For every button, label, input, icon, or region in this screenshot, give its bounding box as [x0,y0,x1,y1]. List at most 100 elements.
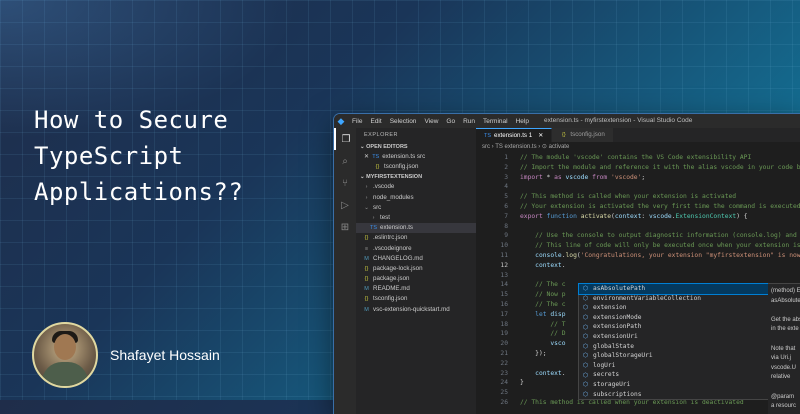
editor-area: TS extension.ts 1 ✕ {} tsconfig.json src › T… [476,128,800,414]
line-number: 13 [500,271,508,279]
project-section[interactable]: ⌄ MYFIRSTEXTENSION [356,172,476,182]
detail-line: a resourc [771,403,797,410]
markdown-file-icon: M [364,306,369,313]
suggestion-label: globalStorageUri [593,352,653,360]
menu-item-run[interactable]: Run [459,118,479,125]
avatar [32,322,98,388]
suggestion-item[interactable]: ⬡ logUri [579,361,769,371]
suggestion-item[interactable]: ⬡ extensionMode [579,313,769,323]
file-tree-item[interactable]: M CHANGELOG.md [356,254,476,264]
suggestion-item[interactable]: ⬡ globalState [579,342,769,352]
suggestion-item[interactable]: ⬡ environmentVariableCollection [579,294,769,304]
suggestion-item[interactable]: ⬡ globalStorageUri [579,351,769,361]
editor-tab[interactable]: {} tsconfig.json [552,128,614,142]
editor-tabs: TS extension.ts 1 ✕ {} tsconfig.json [476,128,800,142]
code-text: context. [535,369,566,377]
typescript-file-icon: TS [484,132,492,139]
suggestion-item[interactable]: ⬡ secrets [579,370,769,380]
line-number: 9 [504,232,508,240]
menu-item-view[interactable]: View [420,118,442,125]
breadcrumb[interactable]: src › TS extension.ts › ⊙ activate [476,142,800,153]
title-line: How to Secure [34,106,229,134]
close-icon[interactable]: ✕ [364,152,369,162]
file-tree-label: package-lock.json [373,264,423,272]
line-number: 14 [500,281,508,289]
suggestion-label: storageUri [593,380,631,388]
menu-item-terminal[interactable]: Terminal [479,118,512,125]
line-number: 20 [500,340,508,348]
file-tree-label: extension.ts [380,224,414,232]
file-tree-item[interactable]: › node_modules [356,193,476,203]
menu-item-selection[interactable]: Selection [386,118,421,125]
suggestion-label: extensionMode [593,313,642,321]
file-icon: ≡ [364,245,369,252]
open-editor-item[interactable]: ✕ TS extension.ts src [356,152,476,162]
file-tree-label: .vscode [373,183,395,191]
typescript-file-icon: TS [370,225,378,232]
file-tree-item[interactable]: › test [356,213,476,223]
run-debug-icon[interactable]: ▷ [334,194,356,216]
suggestion-label: extensionUri [593,332,638,340]
suggestion-item[interactable]: ⬡ extension [579,303,769,313]
file-tree-label: README.md [373,285,410,293]
line-number: 4 [504,183,508,191]
suggestion-item[interactable]: ⬡ extensionPath [579,322,769,332]
code-line: 9 // Use the console to output diagnosti… [476,231,800,241]
property-icon: ⬡ [582,371,589,379]
editor-tab-label: extension.ts 1 [494,131,533,139]
code-text: // D [550,330,566,338]
file-tree-item[interactable]: M README.md [356,284,476,294]
suggestion-item[interactable]: ⬡ extensionUri [579,332,769,342]
open-editor-item[interactable]: {} tsconfig.json [356,162,476,172]
code-line: 5 // This method is called when your exte… [476,192,800,202]
line-number: 8 [504,222,508,230]
property-icon: ⬡ [582,285,589,293]
menu-item-go[interactable]: Go [442,118,459,125]
code-line: 7 export function activate(context: vscod… [476,212,800,222]
code-line: 12 context. [476,261,800,271]
close-icon[interactable]: ✕ [538,129,543,143]
menu-item-file[interactable]: File [348,118,366,125]
file-tree-label: .vscodeignore [373,244,412,252]
extensions-icon[interactable]: ⊞ [334,216,356,238]
file-tree-item[interactable]: Mvsc-extension-quickstart.md [356,305,476,315]
file-tree-item[interactable]: {} package.json [356,274,476,284]
file-tree-item[interactable]: {} package-lock.json [356,264,476,274]
file-tree-item[interactable]: ≡ .vscodeignore [356,244,476,254]
menu-item-help[interactable]: Help [512,118,533,125]
code-text: // Import the module and reference it wi… [520,163,800,171]
file-tree-item[interactable]: ⌄ src [356,203,476,213]
source-control-icon[interactable]: ⑂ [334,172,356,194]
property-icon: ⬡ [582,333,589,341]
file-tree-label: src [373,203,382,211]
file-tree-item[interactable]: {} tsconfig.json [356,294,476,304]
title-bar: ◆ File Edit Selection View Go Run Termin… [334,114,800,128]
code-text: // Your extension is activated the very … [520,202,800,210]
line-number: 7 [504,212,508,220]
line-number: 3 [504,173,508,181]
files-icon[interactable]: ❐ [334,128,356,150]
suggestion-item[interactable]: ⬡ storageUri [579,380,769,390]
explorer-header: EXPLORER [364,132,398,138]
line-number: 25 [500,389,508,397]
file-tree-item[interactable]: TS extension.ts [356,223,476,234]
file-tree-label: test [380,213,390,221]
suggestion-item[interactable]: ⬡ subscriptions [579,390,769,400]
line-number: 5 [504,193,508,201]
suggestion-item[interactable]: ⬡ asAbsolutePath [578,283,770,295]
code-text: console.log('Congratulations, your exten… [535,251,800,259]
markdown-file-icon: M [364,255,369,262]
file-tree-item[interactable]: {} .eslintrc.json [356,233,476,243]
editor-tab[interactable]: TS extension.ts 1 ✕ [476,128,553,143]
file-tree-item[interactable]: › .vscode [356,182,476,192]
search-icon[interactable]: ⌕ [334,150,356,172]
detail-line: Get the abs [771,316,800,323]
menu-item-edit[interactable]: Edit [366,118,385,125]
suggestion-label: extensionPath [593,323,642,331]
file-tree-label: vsc-extension-quickstart.md [373,305,450,313]
code-text: // Use the console to output diagnostic … [535,232,800,240]
open-editor-label: extension.ts src [382,153,426,160]
open-editors-section[interactable]: ⌄ OPEN EDITORS [356,142,476,152]
property-icon: ⬡ [582,323,589,331]
markdown-file-icon: M [364,286,369,293]
